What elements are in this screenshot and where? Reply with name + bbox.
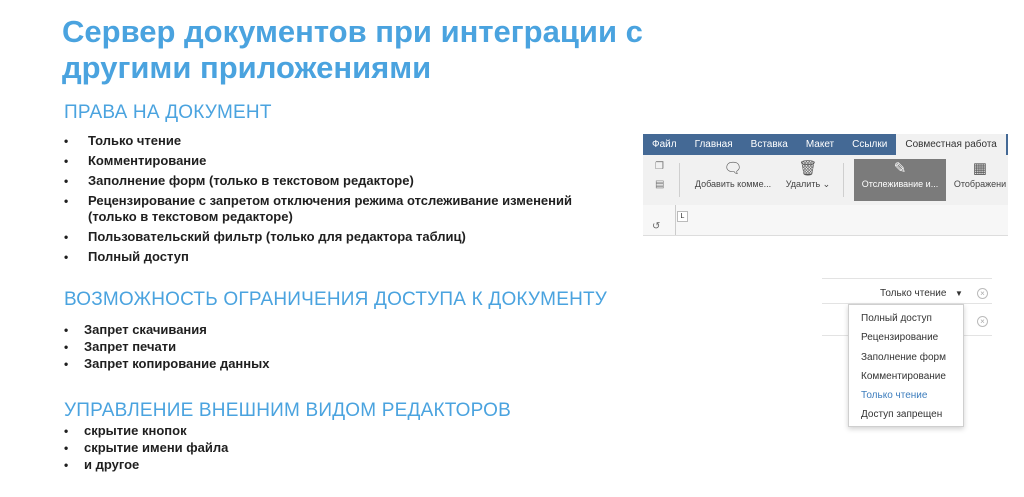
list-item: Полный доступ <box>62 249 622 265</box>
list-item: Комментирование <box>62 153 622 169</box>
section-heading-appearance: УПРАВЛЕНИЕ ВНЕШНИМ ВИДОМ РЕДАКТОРОВ <box>64 400 511 421</box>
dropdown-option-review[interactable]: Рецензирование <box>849 328 963 347</box>
toolbar-divider <box>843 163 844 197</box>
copy-icon[interactable]: ❐ <box>655 161 664 172</box>
display-icon: ▦ <box>972 160 988 177</box>
caret-down-icon[interactable]: ▼ <box>955 289 963 298</box>
delete-button[interactable]: 🗑 Удалить ⌄ <box>783 159 833 201</box>
remove-circle-icon[interactable]: × <box>977 288 988 299</box>
remove-circle-icon[interactable]: × <box>977 316 988 327</box>
access-dropdown-menu: Полный доступ Рецензирование Заполнение … <box>848 304 964 427</box>
list-item: скрытие кнопок <box>62 423 562 439</box>
section-heading-rights: ПРАВА НА ДОКУМЕНТ <box>64 102 272 123</box>
dropdown-option-no-access[interactable]: Доступ запрещен <box>849 405 963 424</box>
dropdown-option-comment[interactable]: Комментирование <box>849 367 963 386</box>
display-label: Отображени <box>953 179 1007 189</box>
list-item: скрытие имени файла <box>62 440 562 456</box>
tab-collaboration[interactable]: Совместная работа <box>896 134 1006 155</box>
comment-icon: 🗨 <box>723 160 743 177</box>
list-item: Запрет копирование данных <box>62 356 562 372</box>
undo-icon[interactable]: ↺ <box>652 221 660 232</box>
page-title: Сервер документов при интеграции с други… <box>62 14 643 85</box>
delete-label: Удалить <box>785 179 821 189</box>
list-item: и другое <box>62 457 562 473</box>
list-item: Запрет скачивания <box>62 322 562 338</box>
display-mode-button[interactable]: ▦ Отображени <box>950 159 1008 201</box>
add-comment-button[interactable]: 🗨 Добавить комме... <box>691 159 775 201</box>
track-changes-icon: ✎ <box>893 160 907 177</box>
tab-layout[interactable]: Макет <box>797 134 843 155</box>
list-item: Пользовательский фильтр (только для реда… <box>62 229 622 245</box>
paste-icon[interactable]: ▤ <box>655 179 664 190</box>
list-item: Рецензирование с запретом отключения реж… <box>62 193 622 225</box>
tab-insert[interactable]: Вставка <box>742 134 797 155</box>
rights-list: Только чтение Комментирование Заполнение… <box>62 133 622 269</box>
editor-tools: ❐ ▤ 🗨 Добавить комме... 🗑 Удалить ⌄ ✎ От… <box>643 155 1008 205</box>
section-heading-restrict: ВОЗМОЖНОСТЬ ОГРАНИЧЕНИЯ ДОСТУПА К ДОКУМЕ… <box>64 289 608 310</box>
row-divider <box>822 278 992 279</box>
ruler-area: L ↺ <box>643 205 1008 235</box>
dropdown-option-full-access[interactable]: Полный доступ <box>849 309 963 328</box>
restrict-list: Запрет скачивания Запрет печати Запрет к… <box>62 322 562 373</box>
list-item: Только чтение <box>62 133 622 149</box>
toolbar-divider <box>679 163 680 197</box>
dropdown-option-form-filling[interactable]: Заполнение форм <box>849 348 963 367</box>
list-item: Заполнение форм (только в текстовом реда… <box>62 173 622 189</box>
tab-stop-selector[interactable]: L <box>677 211 688 222</box>
add-comment-label: Добавить комме... <box>694 179 772 189</box>
chevron-down-icon: ⌄ <box>820 179 831 189</box>
trash-icon: 🗑 <box>798 160 818 177</box>
editor-tab-bar: Файл Главная Вставка Макет Ссылки Совмес… <box>643 134 1008 155</box>
list-item: Запрет печати <box>62 339 562 355</box>
track-changes-label: Отслеживание и... <box>861 179 939 189</box>
editor-toolbar-screenshot: Файл Главная Вставка Макет Ссылки Совмес… <box>643 134 1008 236</box>
tab-file[interactable]: Файл <box>643 134 686 155</box>
access-select-value[interactable]: Только чтение <box>880 288 946 299</box>
track-changes-button[interactable]: ✎ Отслеживание и... <box>854 159 946 201</box>
tab-references[interactable]: Ссылки <box>843 134 896 155</box>
appearance-list: скрытие кнопок скрытие имени файла и дру… <box>62 423 562 474</box>
ruler-divider <box>675 205 676 235</box>
tab-home[interactable]: Главная <box>686 134 742 155</box>
dropdown-option-read-only[interactable]: Только чтение <box>849 386 963 405</box>
